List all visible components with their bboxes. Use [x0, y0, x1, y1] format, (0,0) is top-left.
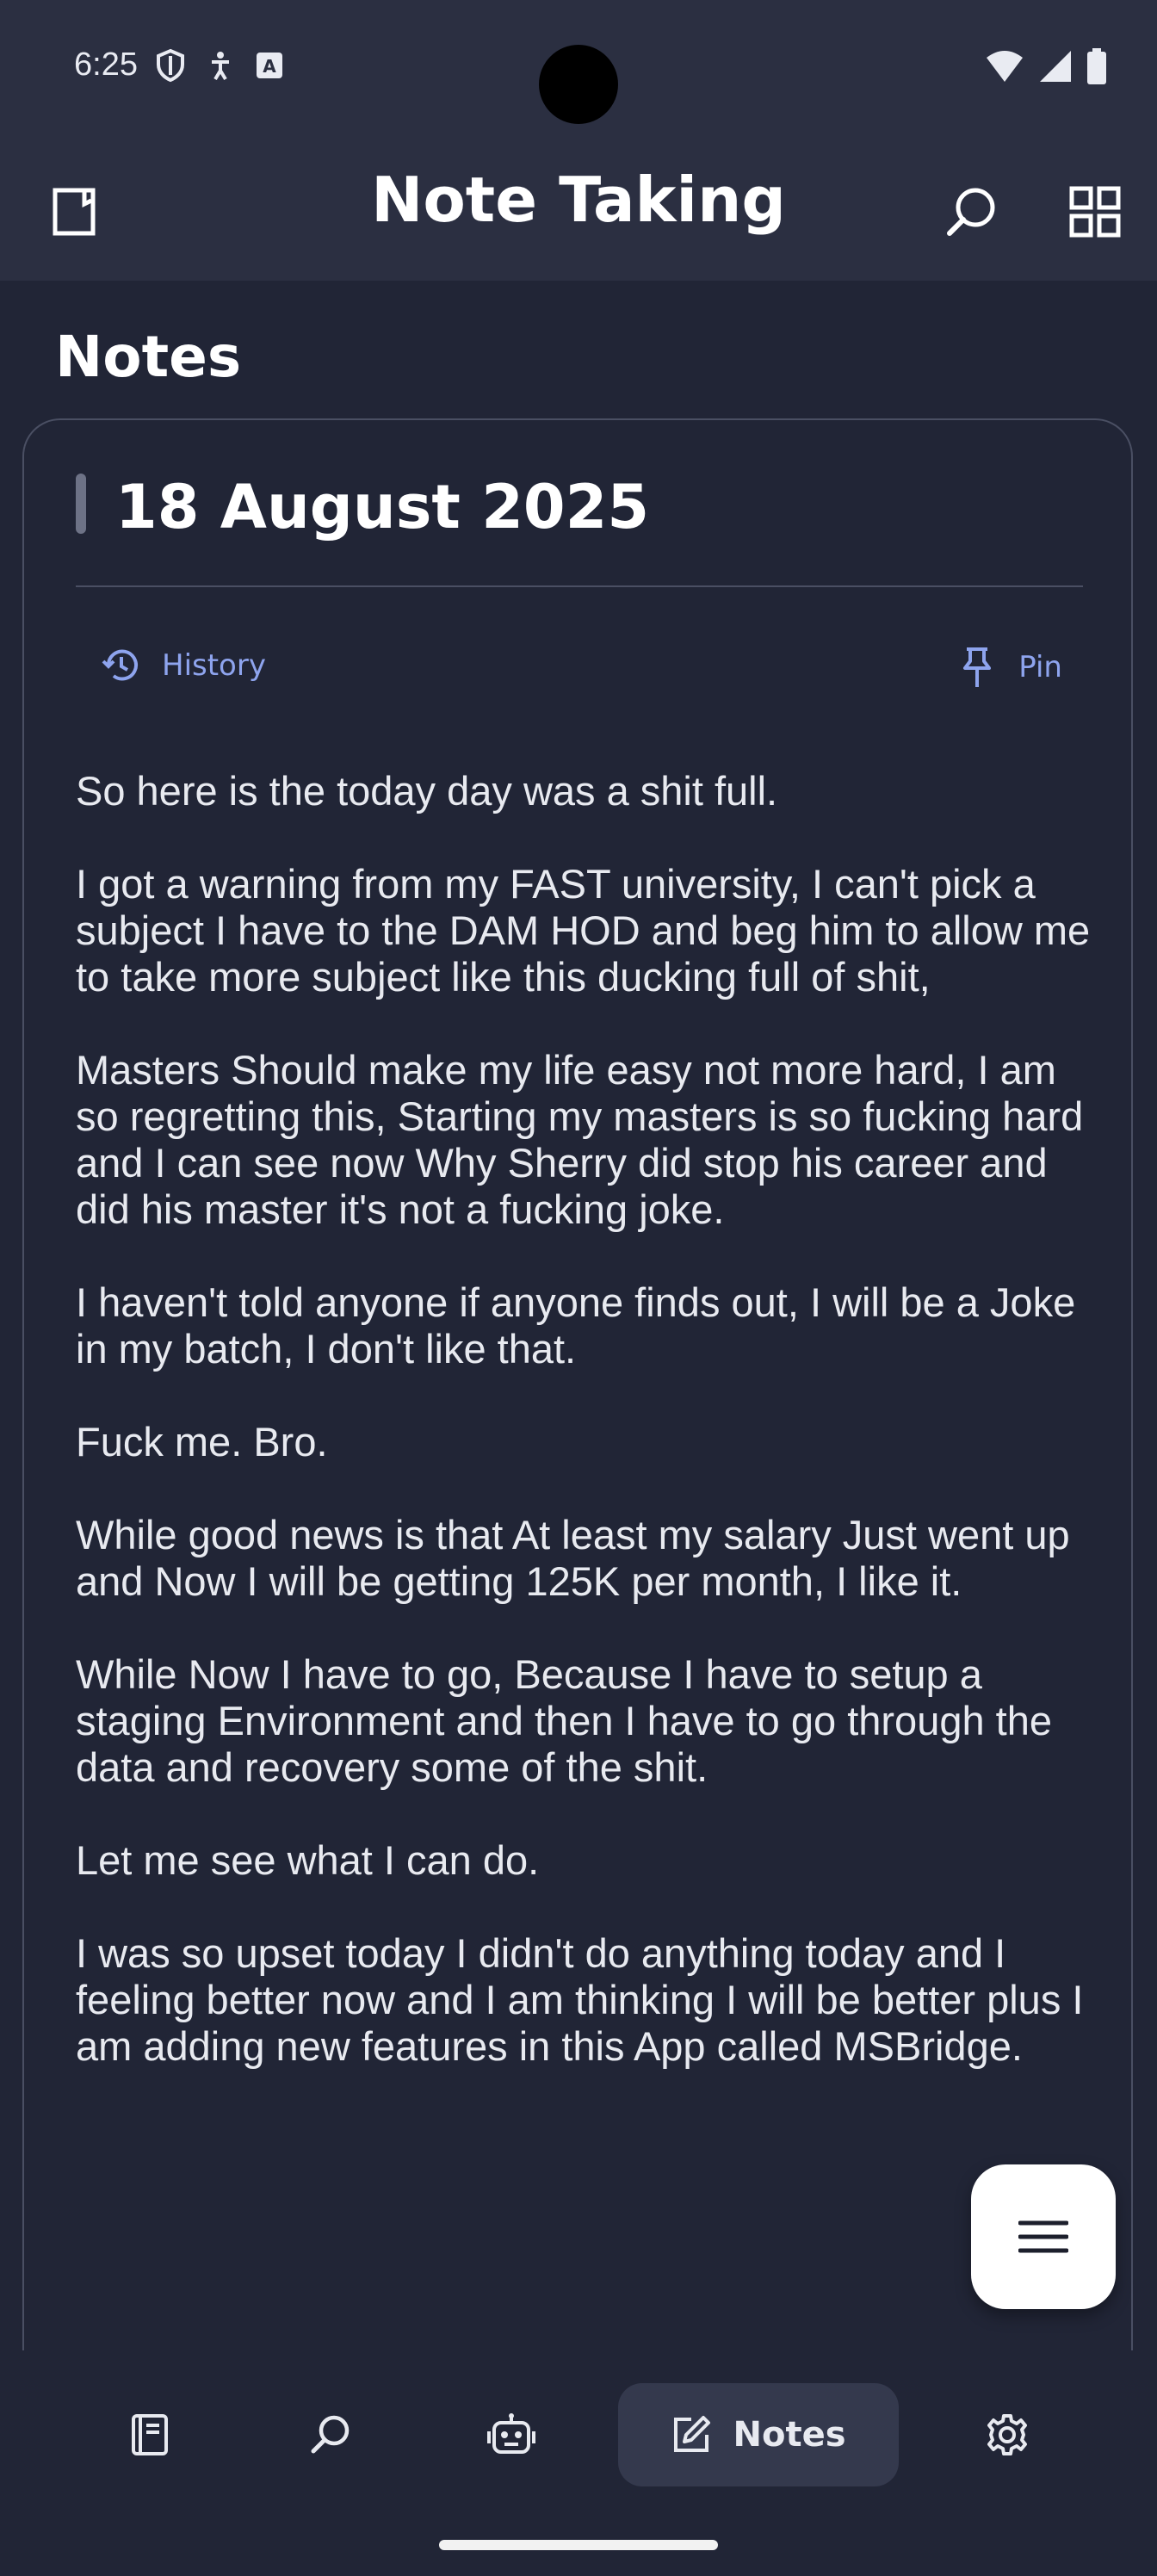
status-bar: 6:25 A	[0, 0, 1157, 146]
nav-item-search[interactable]	[288, 2383, 374, 2486]
wifi-icon	[987, 51, 1023, 82]
menu-fab[interactable]	[971, 2164, 1116, 2309]
app-bar: Note Taking	[0, 146, 1157, 281]
menu-icon	[1018, 2220, 1068, 2253]
accessibility-icon	[212, 52, 229, 81]
book-icon	[132, 2414, 168, 2455]
note-paragraph: So here is the today day was a shit full…	[76, 768, 778, 814]
signal-icon	[1040, 51, 1071, 82]
title-accent-bar	[76, 474, 86, 534]
search-icon	[311, 2415, 350, 2454]
status-icons-left: A	[155, 48, 284, 83]
nav-item-assistant[interactable]	[468, 2383, 554, 2486]
search-icon	[947, 188, 995, 236]
nav-item-settings[interactable]	[964, 2383, 1050, 2486]
history-icon	[102, 649, 138, 681]
status-time: 6:25	[74, 46, 138, 83]
grid-view-button[interactable]	[1061, 177, 1129, 246]
note-body[interactable]: So here is the today day was a shit full…	[76, 768, 1100, 2116]
note-paragraph: Masters Should make my life easy not mor…	[76, 1047, 1084, 1232]
note-paragraph: Fuck me. Bro.	[76, 1419, 328, 1464]
note-paragraph: While Now I have to go, Because I have t…	[76, 1651, 1053, 1790]
edit-note-icon	[674, 2416, 711, 2452]
note-card[interactable]: 18 August 2025 History Pin So here is th…	[22, 418, 1133, 2364]
gear-icon	[987, 2414, 1027, 2455]
note-paragraph: I got a warning from my FAST university,…	[76, 861, 1091, 1000]
pin-label: Pin	[1018, 650, 1062, 684]
status-icons-right	[985, 48, 1107, 84]
nav-item-notes[interactable]: Notes	[618, 2383, 899, 2486]
robot-icon	[487, 2413, 535, 2454]
svg-text:A: A	[263, 56, 276, 77]
shield-icon	[157, 48, 184, 83]
pin-icon	[963, 647, 992, 687]
camera-cutout	[539, 45, 618, 124]
battery-icon	[1087, 48, 1106, 84]
nav-label-notes: Notes	[733, 2415, 846, 2455]
history-label: History	[162, 648, 266, 683]
grid-view-icon	[1069, 186, 1121, 238]
note-title[interactable]: 18 August 2025	[115, 472, 649, 542]
divider	[76, 585, 1083, 587]
nav-item-books[interactable]	[107, 2383, 193, 2486]
note-paragraph: I was so upset today I didn't do anythin…	[76, 1930, 1084, 2069]
history-button[interactable]: History	[102, 646, 266, 685]
font-icon: A	[257, 53, 282, 78]
home-indicator[interactable]	[439, 2540, 718, 2550]
note-paragraph: Let me see what I can do.	[76, 1837, 540, 1883]
section-title: Notes	[55, 324, 242, 390]
note-paragraph: While good news is that At least my sala…	[76, 1512, 1070, 1604]
search-button[interactable]	[937, 177, 1005, 246]
note-paragraph: I haven't told anyone if anyone finds ou…	[76, 1279, 1076, 1372]
pin-button[interactable]: Pin	[960, 646, 1062, 689]
